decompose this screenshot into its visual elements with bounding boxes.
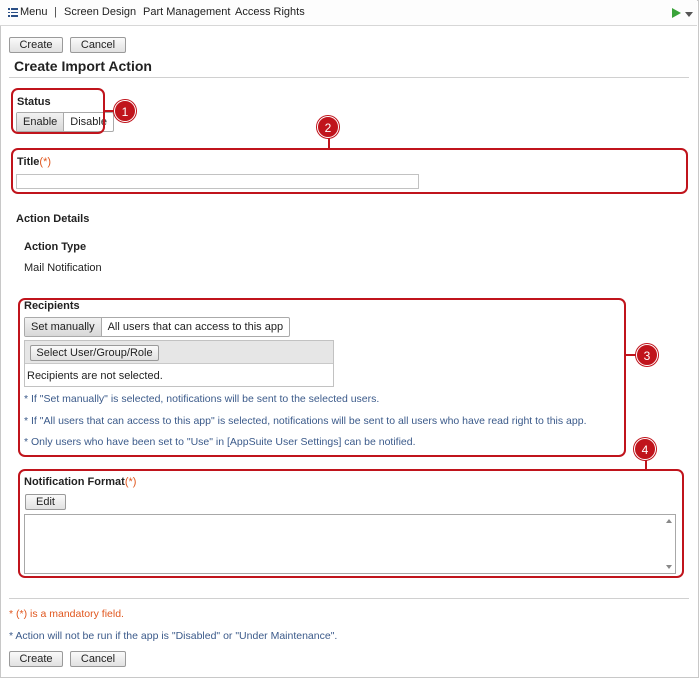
callout-title — [11, 148, 688, 194]
cancel-button-bottom[interactable]: Cancel — [70, 651, 126, 667]
callout-badge-3: 3 — [636, 344, 658, 366]
menu-separator: | — [54, 6, 57, 18]
page-title: Create Import Action — [14, 58, 152, 74]
menu-item-screen-design[interactable]: Screen Design — [64, 6, 136, 18]
callout-recipients — [18, 298, 626, 457]
menu-item-access-rights[interactable]: Access Rights — [235, 6, 305, 18]
title-divider — [9, 77, 689, 78]
action-details-heading: Action Details — [16, 213, 90, 225]
action-type-value: Mail Notification — [24, 262, 102, 274]
callout-connector-4 — [645, 460, 647, 470]
callout-badge-4: 4 — [634, 438, 656, 460]
footer-divider — [9, 598, 689, 599]
cancel-button[interactable]: Cancel — [70, 37, 126, 53]
create-button-bottom[interactable]: Create — [9, 651, 63, 667]
action-type-label: Action Type — [24, 241, 87, 253]
dropdown-icon[interactable] — [685, 12, 693, 17]
hamburger-icon[interactable] — [8, 8, 18, 17]
menu-button[interactable]: Menu — [20, 6, 48, 18]
maintenance-note: * Action will not be run if the app is "… — [9, 630, 338, 642]
menu-bar: Menu | Screen Design Part Management Acc… — [0, 0, 697, 26]
callout-connector-2 — [328, 137, 330, 149]
callout-badge-2: 2 — [317, 116, 339, 138]
create-button[interactable]: Create — [9, 37, 63, 53]
callout-status — [11, 88, 105, 134]
callout-notification-format — [18, 469, 684, 578]
menu-item-part-management[interactable]: Part Management — [143, 6, 230, 18]
play-icon[interactable] — [672, 8, 681, 18]
callout-badge-1: 1 — [114, 100, 136, 122]
mandatory-field-note: * (*) is a mandatory field. — [9, 608, 124, 620]
